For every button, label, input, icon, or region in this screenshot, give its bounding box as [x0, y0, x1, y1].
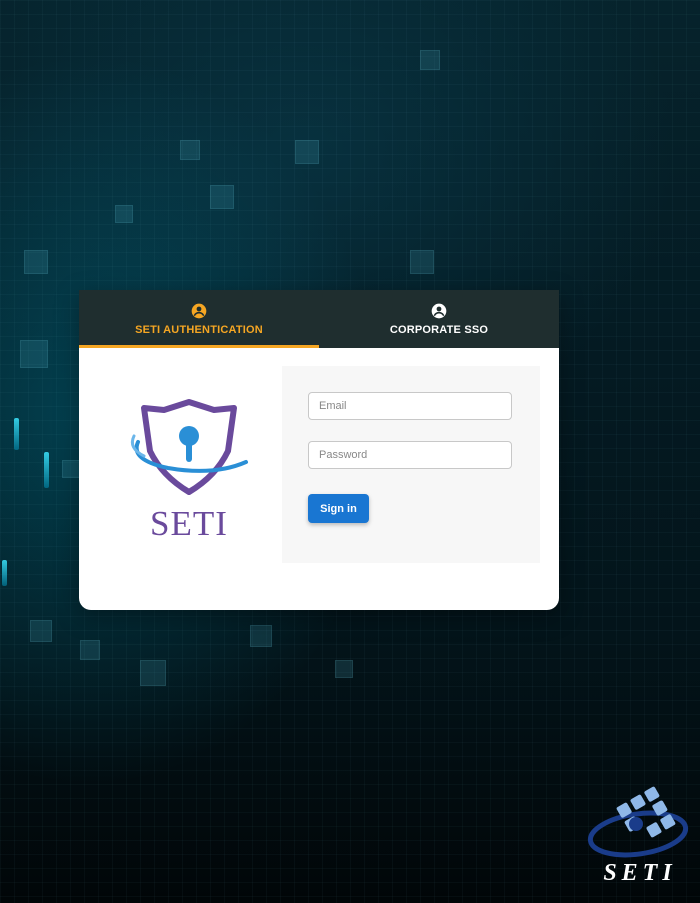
login-form: Sign in — [282, 366, 540, 563]
tab-label: SETI AUTHENTICATION — [135, 323, 263, 336]
tab-seti-authentication[interactable]: SETI AUTHENTICATION — [79, 290, 319, 348]
seti-emblem-icon — [587, 786, 689, 858]
shield-keyhole-icon — [130, 399, 248, 495]
tab-corporate-sso[interactable]: CORPORATE SSO — [319, 290, 559, 348]
corner-seti-logo: SETI — [586, 786, 694, 894]
login-content: SETI Sign in — [79, 348, 559, 610]
login-card: SETI AUTHENTICATION CORPORATE SSO SETI E… — [79, 290, 559, 610]
sign-in-button[interactable]: Sign in — [308, 494, 369, 523]
email-field[interactable] — [308, 392, 512, 420]
tab-label: CORPORATE SSO — [389, 323, 489, 336]
account-circle-icon — [191, 303, 207, 318]
brand-name: SETI — [150, 504, 228, 543]
account-circle-icon — [431, 303, 447, 318]
password-field[interactable] — [308, 441, 512, 469]
auth-tabs: SETI AUTHENTICATION CORPORATE SSO — [79, 290, 559, 348]
seti-logo: SETI — [124, 396, 254, 546]
corner-brand-name: SETI — [603, 860, 677, 886]
